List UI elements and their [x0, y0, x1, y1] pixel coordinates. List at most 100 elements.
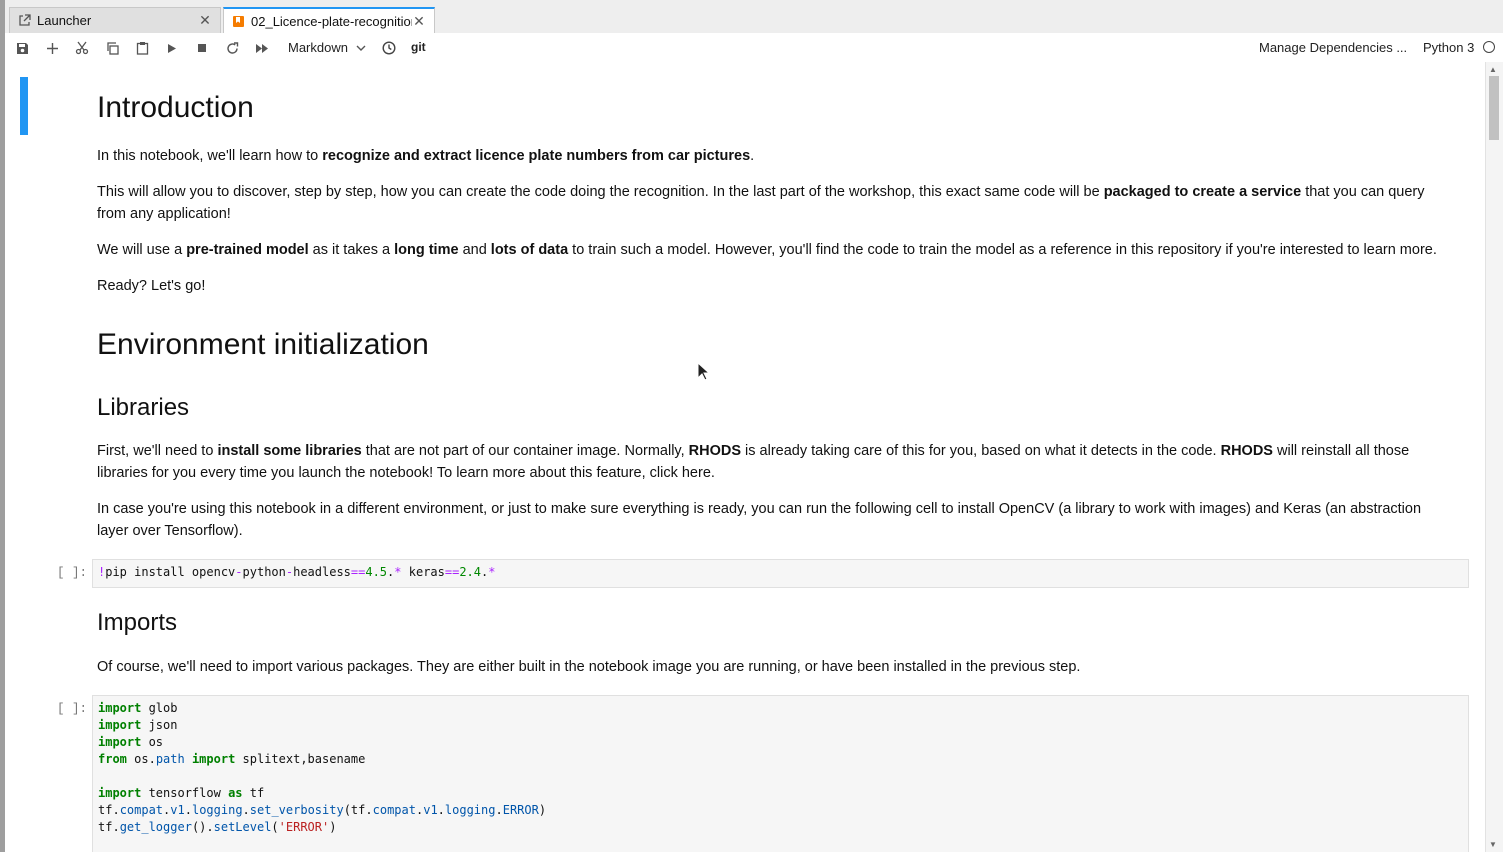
- clock-icon: [382, 41, 396, 55]
- environment-heading: Environment initialization: [97, 328, 429, 361]
- token: headless: [293, 565, 351, 579]
- intro-paragraph-4: Ready? Let's go!: [97, 278, 206, 294]
- token: import: [98, 786, 142, 800]
- token: os: [126, 752, 149, 766]
- code-cell-pip-install[interactable]: !pip install opencv-python-headless==4.5…: [92, 559, 1469, 588]
- history-button[interactable]: [377, 37, 401, 59]
- save-icon: [16, 42, 28, 54]
- token: keras: [401, 565, 445, 579]
- token: from: [98, 752, 127, 766]
- stop-button[interactable]: [190, 37, 214, 59]
- token: ERROR: [502, 803, 539, 817]
- token: ): [538, 803, 547, 817]
- notebook-toolbar: Markdown git Manage Dependencies ... Pyt…: [5, 33, 1503, 63]
- code-line: tf.compat.v1.logging.set_verbosity(tf.co…: [98, 803, 546, 817]
- bold-text: RHODS: [688, 443, 742, 459]
- manage-dependencies-button[interactable]: Manage Dependencies ...: [1259, 40, 1407, 55]
- token: *: [488, 565, 496, 579]
- token: tf: [98, 803, 113, 817]
- chevron-down-icon: [356, 45, 366, 51]
- close-icon[interactable]: ✕: [412, 13, 426, 30]
- run-button[interactable]: [160, 37, 184, 59]
- introduction-heading: Introduction: [97, 91, 254, 124]
- bold-text: lots of data: [490, 242, 569, 258]
- cut-button[interactable]: [70, 37, 94, 59]
- code-line: import tensorflow as tf: [98, 786, 264, 800]
- git-button[interactable]: git: [411, 40, 426, 54]
- token: (: [271, 820, 279, 834]
- code-line: tf.get_logger().setLevel('ERROR'): [98, 820, 336, 834]
- text: is already taking care of this for you, …: [741, 443, 1221, 459]
- scroll-down-icon[interactable]: ▼: [1489, 840, 1497, 849]
- copy-button[interactable]: [100, 37, 124, 59]
- cell-type-select[interactable]: Markdown: [288, 40, 366, 55]
- paste-button[interactable]: [130, 37, 154, 59]
- code-cell-imports[interactable]: import glob import json import os from o…: [92, 695, 1469, 852]
- tab-notebook[interactable]: 02_Licence-plate-recognition ✕: [223, 7, 435, 34]
- token: .: [437, 803, 445, 817]
- code-line: import json: [98, 718, 177, 732]
- token: .: [112, 803, 120, 817]
- text: We will use a: [97, 242, 187, 258]
- intro-paragraph-1: In this notebook, we'll learn how to rec…: [97, 145, 1447, 167]
- active-cell-indicator: [20, 77, 28, 135]
- tab-label: 02_Licence-plate-recognition: [251, 14, 412, 29]
- token: logging: [444, 803, 496, 817]
- token: import: [98, 718, 142, 732]
- scrollbar-thumb[interactable]: [1489, 76, 1499, 140]
- token: v1: [170, 803, 185, 817]
- token: .: [206, 820, 214, 834]
- text: This will allow you to discover, step by…: [97, 184, 1104, 200]
- copy-icon: [106, 41, 119, 55]
- token: path: [155, 752, 185, 766]
- libraries-paragraph-1: First, we'll need to install some librar…: [97, 440, 1447, 484]
- scissors-icon: [75, 41, 89, 55]
- tab-launcher[interactable]: Launcher ✕: [9, 7, 221, 33]
- token: tf: [98, 820, 113, 834]
- token: v1: [423, 803, 438, 817]
- token: compat: [119, 803, 164, 817]
- run-all-button[interactable]: [250, 37, 274, 59]
- token: (): [191, 820, 207, 834]
- token: ==: [350, 565, 366, 579]
- add-cell-button[interactable]: [40, 37, 64, 59]
- token: -: [235, 565, 243, 579]
- save-button[interactable]: [10, 37, 34, 59]
- plus-icon: [46, 42, 58, 54]
- restart-button[interactable]: [220, 37, 244, 59]
- scroll-up-icon[interactable]: ▲: [1489, 65, 1497, 74]
- bold-text: packaged to create a service: [1103, 184, 1302, 200]
- token: import: [98, 735, 142, 749]
- bold-text: recognize and extract licence plate numb…: [322, 148, 751, 164]
- notebook-panel: Introduction In this notebook, we'll lea…: [5, 62, 1485, 852]
- token: 2.4: [459, 565, 482, 579]
- token: import: [184, 752, 236, 766]
- close-icon[interactable]: ✕: [198, 12, 212, 29]
- vertical-scrollbar[interactable]: ▲ ▼: [1485, 62, 1503, 852]
- token: .: [184, 803, 192, 817]
- tab-bar: Launcher ✕ 02_Licence-plate-recognition …: [5, 0, 1503, 34]
- token: .: [112, 820, 120, 834]
- text: and: [458, 242, 491, 258]
- play-icon: [168, 43, 176, 53]
- bold-text: install some libraries: [217, 443, 362, 459]
- token: *: [394, 565, 402, 579]
- kernel-name[interactable]: Python 3: [1423, 40, 1474, 55]
- token: (tf: [343, 803, 366, 817]
- token: pip install opencv: [105, 565, 236, 579]
- token: os: [141, 735, 164, 749]
- token: .: [365, 803, 373, 817]
- token: glob: [141, 701, 178, 715]
- text: to train such a model. However, you'll f…: [568, 242, 1437, 258]
- code-line: import glob: [98, 701, 177, 715]
- token: compat: [372, 803, 416, 817]
- cell-prompt: [ ]:: [57, 566, 88, 580]
- libraries-paragraph-2: In case you're using this notebook in a …: [97, 501, 1422, 539]
- text: First, we'll need to: [97, 443, 218, 459]
- bold-text: RHODS: [1220, 443, 1273, 459]
- text: that are not part of our container image…: [361, 443, 689, 459]
- code-line: from os.path import splitext,basename: [98, 752, 365, 766]
- token: 'ERROR': [278, 820, 330, 834]
- token: logging: [191, 803, 243, 817]
- token: .: [242, 803, 250, 817]
